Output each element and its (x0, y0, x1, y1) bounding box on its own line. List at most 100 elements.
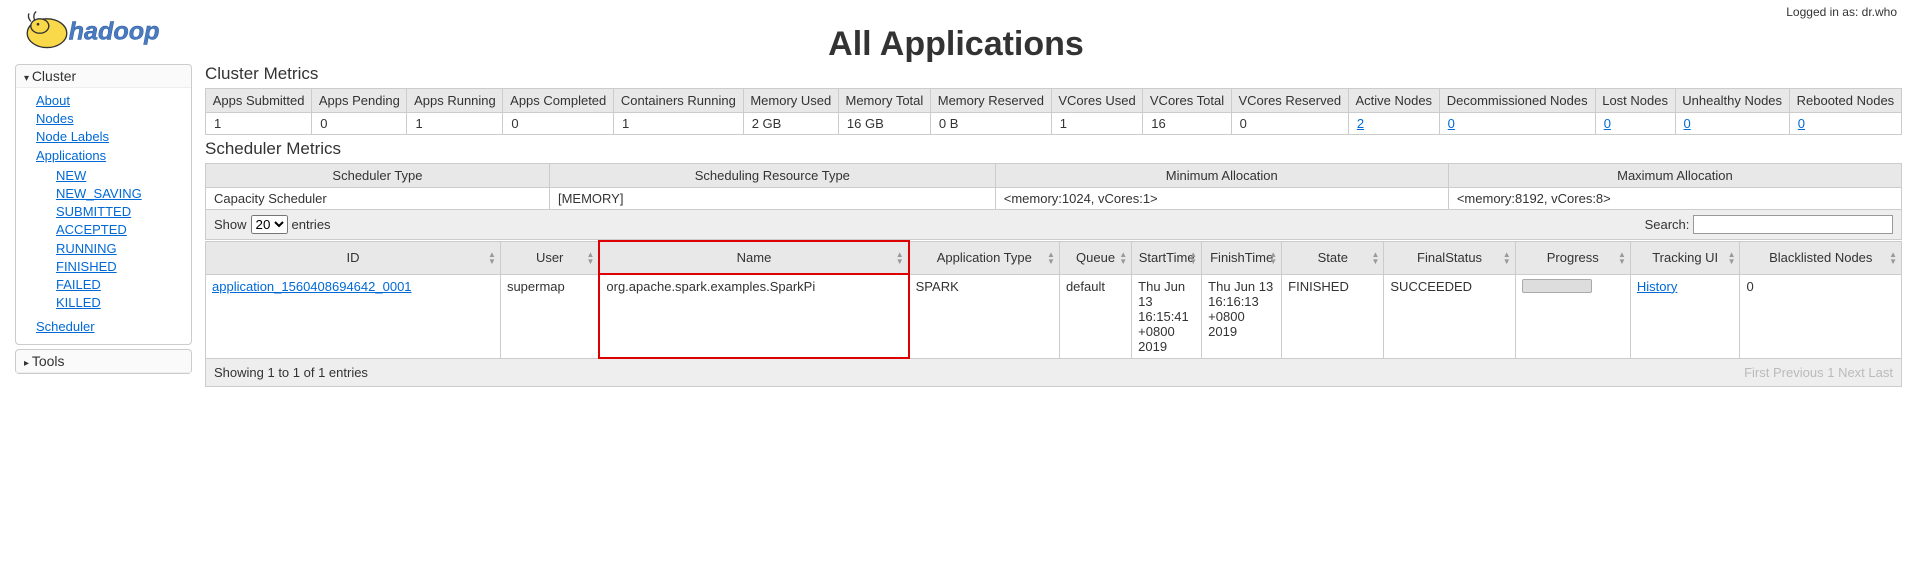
nav-state-failed[interactable]: FAILED (56, 276, 181, 294)
cell-state: FINISHED (1282, 274, 1384, 358)
apps-header[interactable]: ID▲▼ (206, 241, 501, 274)
sort-icon: ▲▼ (1119, 251, 1127, 265)
apps-header[interactable]: FinishTime▲▼ (1202, 241, 1282, 274)
progress-bar (1522, 279, 1592, 293)
metric-header: Memory Used (743, 89, 838, 113)
table-footer: Showing 1 to 1 of 1 entries First Previo… (205, 359, 1902, 387)
sort-icon: ▲▼ (1371, 251, 1379, 265)
sched-value: <memory:1024, vCores:1> (995, 188, 1448, 210)
metric-value: 1 (1051, 113, 1143, 135)
tracking-link[interactable]: History (1637, 279, 1677, 294)
nav-cluster-header[interactable]: Cluster (16, 65, 191, 88)
sort-icon: ▲▼ (1618, 251, 1626, 265)
nav-state-submitted[interactable]: SUBMITTED (56, 203, 181, 221)
nav-state-finished[interactable]: FINISHED (56, 258, 181, 276)
nav-state-accepted[interactable]: ACCEPTED (56, 221, 181, 239)
nav-about[interactable]: About (36, 92, 181, 110)
nav-applications[interactable]: Applications (36, 147, 181, 165)
nav-node-labels[interactable]: Node Labels (36, 128, 181, 146)
metric-link[interactable]: 0 (1448, 116, 1455, 131)
page-1[interactable]: 1 (1827, 365, 1834, 380)
search-input[interactable] (1693, 215, 1893, 234)
apps-header[interactable]: User▲▼ (500, 241, 599, 274)
cell-start: Thu Jun 13 16:15:41 +0800 2019 (1132, 274, 1202, 358)
sort-icon: ▲▼ (1889, 251, 1897, 265)
apps-header[interactable]: Tracking UI▲▼ (1630, 241, 1740, 274)
cell-user: supermap (500, 274, 599, 358)
table-controls: Show 20 entries Search: (205, 210, 1902, 240)
metric-value: 1 (614, 113, 744, 135)
page-size-select[interactable]: 20 (251, 215, 288, 234)
sort-icon: ▲▼ (586, 251, 594, 265)
app-id-link[interactable]: application_1560408694642_0001 (212, 279, 412, 294)
metric-value: 0 (1789, 113, 1901, 135)
table-row: application_1560408694642_0001 supermap … (206, 274, 1902, 358)
metric-header: Lost Nodes (1595, 89, 1675, 113)
sched-value: [MEMORY] (549, 188, 995, 210)
metric-value: 0 (1439, 113, 1595, 135)
nav-scheduler[interactable]: Scheduler (36, 318, 181, 336)
metric-value: 0 B (930, 113, 1051, 135)
sort-icon: ▲▼ (1269, 251, 1277, 265)
nav-state-killed[interactable]: KILLED (56, 294, 181, 312)
page-last[interactable]: Last (1868, 365, 1893, 380)
metric-link[interactable]: 0 (1684, 116, 1691, 131)
sort-icon: ▲▼ (488, 251, 496, 265)
apps-header[interactable]: Progress▲▼ (1515, 241, 1630, 274)
metric-value: 1 (206, 113, 312, 135)
metric-header: Unhealthy Nodes (1675, 89, 1789, 113)
metric-value: 0 (312, 113, 407, 135)
cell-queue: default (1059, 274, 1131, 358)
sched-value: <memory:8192, vCores:8> (1448, 188, 1901, 210)
cell-type: SPARK (909, 274, 1060, 358)
nav-tools-header[interactable]: Tools (16, 350, 191, 373)
pagination: First Previous 1 Next Last (1744, 365, 1893, 380)
hadoop-logo: hadoop (0, 0, 220, 64)
nav-state-new-saving[interactable]: NEW_SAVING (56, 185, 181, 203)
nav-state-new[interactable]: NEW (56, 167, 181, 185)
metric-value: 2 GB (743, 113, 838, 135)
apps-header[interactable]: StartTime▲▼ (1132, 241, 1202, 274)
svg-text:hadoop: hadoop (69, 18, 160, 46)
metric-link[interactable]: 2 (1357, 116, 1364, 131)
apps-header[interactable]: Name▲▼ (599, 241, 908, 274)
sched-value: Capacity Scheduler (206, 188, 550, 210)
apps-header[interactable]: FinalStatus▲▼ (1384, 241, 1515, 274)
cell-name: org.apache.spark.examples.SparkPi (599, 274, 908, 358)
metric-link[interactable]: 0 (1604, 116, 1611, 131)
sidebar: Cluster About Nodes Node Labels Applicat… (0, 64, 200, 397)
metric-header: Memory Reserved (930, 89, 1051, 113)
page-next[interactable]: Next (1838, 365, 1865, 380)
cell-progress (1515, 274, 1630, 358)
metric-value: 16 (1143, 113, 1231, 135)
nav-nodes[interactable]: Nodes (36, 110, 181, 128)
apps-header[interactable]: State▲▼ (1282, 241, 1384, 274)
show-label: Show (214, 217, 247, 232)
apps-header[interactable]: Blacklisted Nodes▲▼ (1740, 241, 1902, 274)
scheduler-metrics-table: Scheduler TypeScheduling Resource TypeMi… (205, 163, 1902, 210)
cluster-metrics-title: Cluster Metrics (205, 64, 1902, 84)
sched-header: Minimum Allocation (995, 164, 1448, 188)
page-prev[interactable]: Previous (1773, 365, 1824, 380)
sort-icon: ▲▼ (1047, 251, 1055, 265)
nav-state-running[interactable]: RUNNING (56, 240, 181, 258)
metric-header: VCores Reserved (1231, 89, 1348, 113)
cell-blacklisted: 0 (1740, 274, 1902, 358)
cell-final: SUCCEEDED (1384, 274, 1515, 358)
cell-finish: Thu Jun 13 16:16:13 +0800 2019 (1202, 274, 1282, 358)
page-first[interactable]: First (1744, 365, 1769, 380)
metric-link[interactable]: 0 (1798, 116, 1805, 131)
apps-header[interactable]: Application Type▲▼ (909, 241, 1060, 274)
metric-value: 1 (407, 113, 503, 135)
page-title: All Applications (828, 25, 1084, 64)
search-label: Search: (1645, 217, 1690, 232)
sort-icon: ▲▼ (1503, 251, 1511, 265)
table-info: Showing 1 to 1 of 1 entries (214, 365, 368, 380)
entries-label: entries (292, 217, 331, 232)
metric-header: Active Nodes (1348, 89, 1439, 113)
login-info: Logged in as: dr.who (1786, 5, 1897, 19)
metric-header: VCores Total (1143, 89, 1231, 113)
cluster-metrics-table: Apps SubmittedApps PendingApps RunningAp… (205, 88, 1902, 135)
metric-header: Apps Running (407, 89, 503, 113)
apps-header[interactable]: Queue▲▼ (1059, 241, 1131, 274)
